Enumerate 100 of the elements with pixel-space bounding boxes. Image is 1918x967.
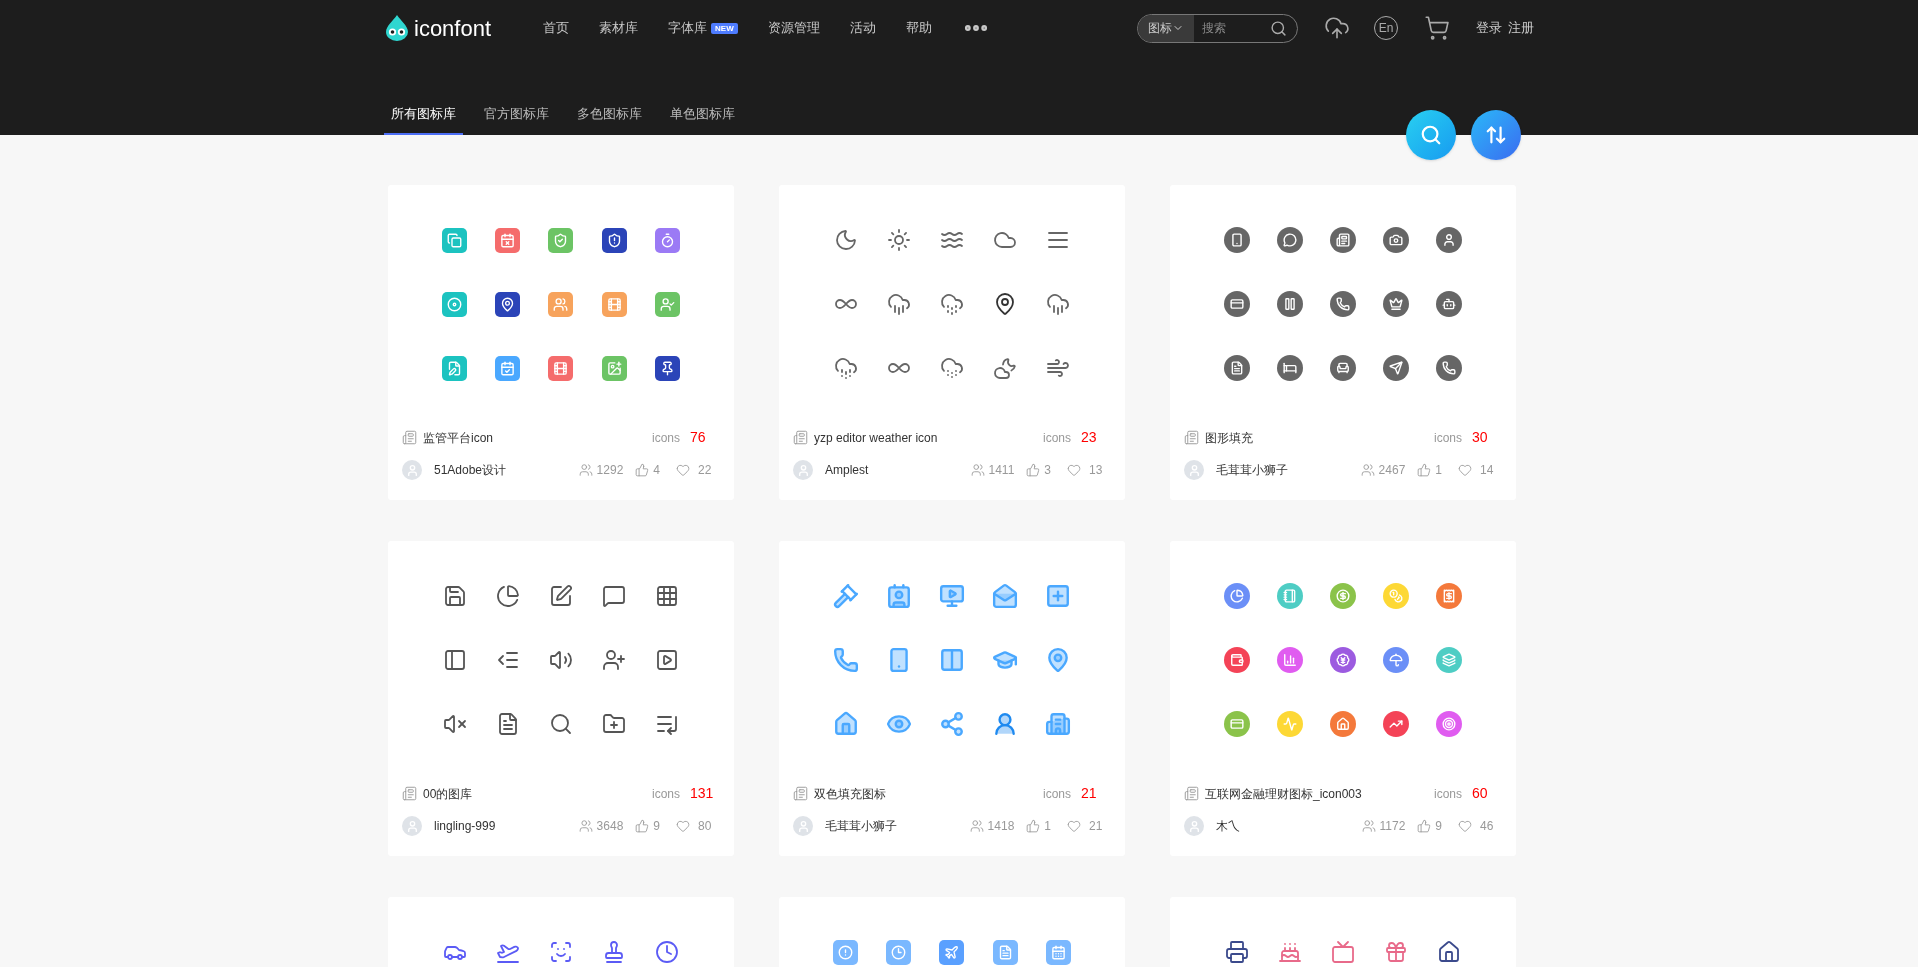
likes-count: 3 [1044,462,1051,479]
glyph-icon [606,296,622,312]
glyph-icon [1282,233,1297,247]
glyph-icon [944,944,960,960]
nav-link[interactable]: 资源管理 [767,18,820,38]
library-title[interactable]: 00的图库 [423,784,473,803]
author-name[interactable]: 毛茸茸小狮子 [1216,461,1288,479]
glyph-icon [606,232,622,248]
library-title[interactable]: 监管平台icon [423,428,493,447]
favorite-icon[interactable] [676,463,690,477]
user-silhouette-icon [1187,819,1201,833]
followers-count: 1172 [1379,818,1406,835]
like-icon[interactable] [1026,463,1041,477]
glyph-icon [1442,297,1457,311]
library-tab[interactable]: 多色图标库 [570,95,649,135]
like-icon[interactable] [1417,463,1432,477]
icon-library-card[interactable]: 图形填充 icons 30 毛茸茸小狮子 2467 1 14 [1170,185,1516,500]
glyph-icon [838,944,854,960]
like-icon[interactable] [1026,819,1041,833]
icon-count: 60 [1472,784,1489,803]
glyph-icon [1389,589,1404,603]
glyph-icon [1336,589,1350,603]
author-name[interactable]: 51Adobe设计 [434,461,507,479]
library-tab[interactable]: 所有图标库 [384,95,463,135]
search-scope-dropdown[interactable]: 图标 [1138,14,1194,42]
likes-count: 1 [1044,818,1051,835]
glyph-icon [1442,653,1457,667]
icons-label: icons [1043,429,1071,447]
nav-link[interactable]: 素材库 [599,18,639,38]
likes-count: 1 [1435,462,1442,479]
logo-text[interactable]: iconfont [414,11,492,45]
like-icon[interactable] [1417,819,1432,833]
author-name[interactable]: lingling-999 [434,817,496,835]
user-silhouette-icon [796,819,810,833]
glyph-icon [606,360,622,376]
avatar[interactable] [402,460,422,480]
login-link[interactable]: 登录 [1476,18,1502,38]
library-title[interactable]: 互联网金融理财图标_icon003 [1205,784,1362,803]
glyph-icon [1336,717,1350,731]
followers-count: 2467 [1378,462,1406,479]
icon-library-card[interactable]: yzp editor weather icon icons 23 Amplest 1411 3 13 [779,185,1125,500]
favorite-icon[interactable] [1458,819,1472,833]
nav-link[interactable]: 帮助 [905,18,932,38]
library-title[interactable]: 双色填充图标 [814,784,886,803]
avatar[interactable] [793,816,813,836]
like-icon[interactable] [635,819,650,833]
favorite-icon[interactable] [676,819,690,833]
sort-icon [1485,124,1507,146]
search-icon[interactable] [1270,19,1287,37]
avatar[interactable] [793,460,813,480]
library-title[interactable]: 图形填充 [1205,428,1253,447]
icon-library-card[interactable]: 00的图库 icons 131 lingling-999 3648 9 80 [388,541,734,856]
icons-label: icons [652,429,680,447]
library-title[interactable]: yzp editor weather icon [814,428,938,447]
icon-library-card[interactable]: 双色填充图标 icons 21 毛茸茸小狮子 1418 1 21 [779,541,1125,856]
icons-label: icons [1434,429,1462,447]
icon-count: 21 [1081,784,1098,803]
glyph-icon [1229,297,1244,311]
glyph-icon [1442,361,1457,375]
like-icon[interactable] [635,463,650,477]
nav-link[interactable]: 字体库 NEW [668,18,738,38]
author-name[interactable]: Amplest [825,461,869,479]
glyph-icon [1229,361,1244,375]
glyph-icon [997,944,1013,960]
favorites-count: 21 [1089,818,1104,835]
glyph-icon [1282,717,1297,731]
glyph-icon [1336,233,1350,247]
glyph-icon [1282,361,1297,375]
cart-icon[interactable] [1424,15,1450,41]
glyph-icon [553,360,569,376]
search-button[interactable] [1406,110,1456,160]
glyph-icon [1229,653,1244,667]
search-input[interactable]: 搜索 [1194,19,1264,37]
library-tab[interactable]: 官方图标库 [477,95,556,135]
favorite-icon[interactable] [1067,463,1081,477]
sort-button[interactable] [1471,110,1521,160]
author-name[interactable]: 毛茸茸小狮子 [825,817,897,835]
nav-link[interactable]: 首页 [543,18,570,38]
avatar[interactable] [1184,816,1204,836]
icon-count: 30 [1472,428,1489,447]
author-name[interactable]: 木乀 [1216,817,1240,835]
upload-icon[interactable] [1324,15,1350,41]
glyph-icon [659,296,675,312]
avatar[interactable] [402,816,422,836]
glyph-icon [1229,717,1244,731]
nav-link[interactable]: 活动 [849,18,876,38]
glyph-icon [1336,297,1350,311]
icon-count: 76 [690,428,707,447]
favorite-icon[interactable] [1067,819,1081,833]
icons-label: icons [652,785,680,803]
library-tab[interactable]: 单色图标库 [663,95,742,135]
icon-library-card[interactable]: 互联网金融理财图标_icon003 icons 60 木乀 1172 9 46 [1170,541,1516,856]
favorites-count: 80 [698,818,713,835]
register-link[interactable]: 注册 [1508,18,1534,38]
glyph-icon [1282,297,1297,311]
favorite-icon[interactable] [1458,463,1472,477]
avatar[interactable] [1184,460,1204,480]
icons-label: icons [1043,785,1071,803]
glyph-icon [500,232,516,248]
icon-library-card[interactable]: 监管平台icon icons 76 51Adobe设计 1292 4 22 [388,185,734,500]
